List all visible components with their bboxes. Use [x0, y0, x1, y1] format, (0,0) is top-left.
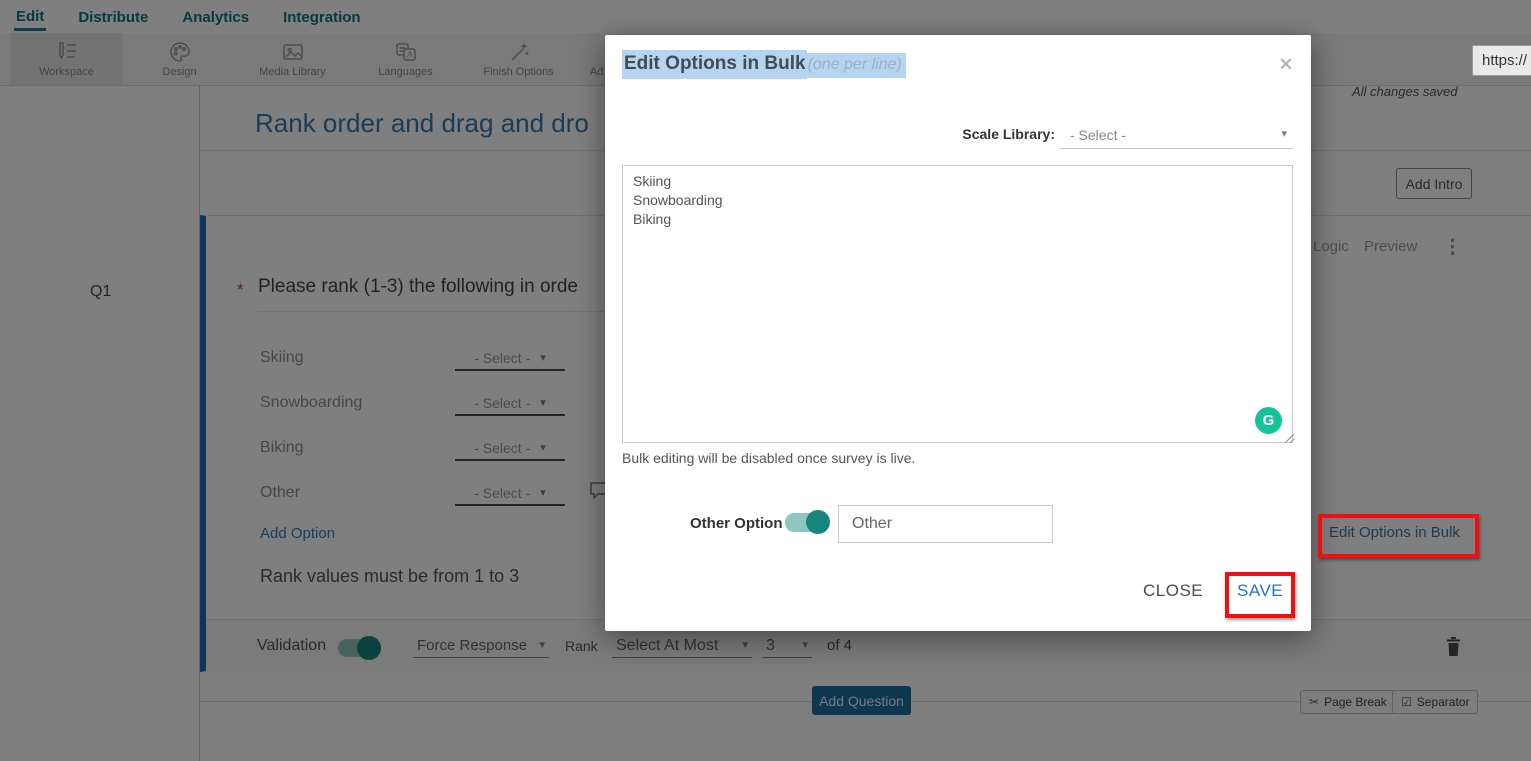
modal-title-text: Edit Options in Bulk: [622, 50, 807, 79]
annotation-box-save: [1225, 572, 1295, 618]
other-option-input[interactable]: [838, 505, 1053, 543]
close-icon[interactable]: ✕: [1279, 55, 1293, 75]
bulk-edit-note: Bulk editing will be disabled once surve…: [622, 450, 916, 466]
scale-library-select[interactable]: - Select - ▾: [1060, 121, 1293, 149]
scale-library-label: Scale Library:: [962, 126, 1055, 142]
other-option-label: Other Option: [690, 515, 783, 532]
edit-options-bulk-modal: Edit Options in Bulk (one per line) ✕ Sca…: [605, 35, 1311, 631]
annotation-box-edit-options-in-bulk: [1318, 514, 1479, 558]
close-button[interactable]: CLOSE: [1143, 581, 1203, 601]
other-option-toggle[interactable]: [785, 510, 830, 534]
toggle-knob: [806, 510, 830, 534]
modal-title-hint: (one per line): [806, 53, 906, 78]
modal-title: Edit Options in Bulk (one per line): [622, 50, 906, 79]
select-value: - Select -: [1070, 126, 1127, 143]
resize-handle-icon[interactable]: [1284, 431, 1295, 449]
survey-url-field[interactable]: [1472, 45, 1531, 76]
caret-down-icon: ▾: [1281, 128, 1287, 140]
bulk-options-textarea[interactable]: Skiing Snowboarding Biking: [622, 165, 1293, 443]
grammarly-icon[interactable]: G: [1255, 407, 1282, 434]
